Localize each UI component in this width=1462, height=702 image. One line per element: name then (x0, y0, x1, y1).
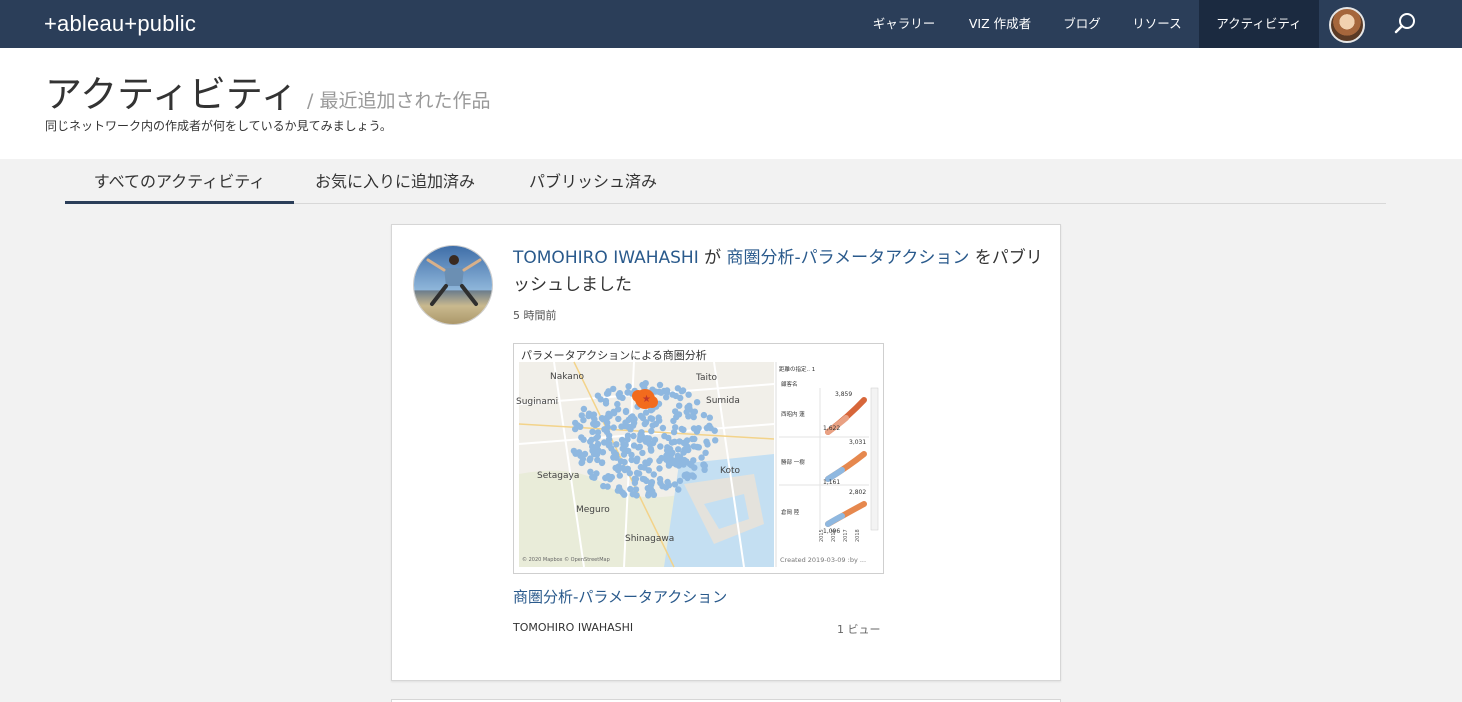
row-name: 西昭内 蓮 (781, 412, 805, 418)
row-low: 1,161 (823, 479, 841, 486)
panel-header-label: 距離の指定.. (779, 367, 810, 373)
year-tick: 2018 (855, 529, 861, 542)
activity-timestamp: 5 時間前 (513, 309, 557, 322)
viz-title-link[interactable]: 商圏分析-パラメータアクション (513, 586, 727, 607)
year-tick: 2017 (843, 529, 849, 542)
year-tick: 2015 (819, 529, 825, 542)
viz-link[interactable]: 商圏分析-パラメータアクション (727, 248, 970, 268)
tab-published[interactable]: パブリッシュ済み (508, 159, 678, 204)
map-label-sumida: Sumida (706, 396, 740, 406)
nav-item-gallery[interactable]: ギャラリー (856, 0, 952, 48)
connector-text: が (698, 248, 727, 268)
row-name: 勝部 一樹 (781, 460, 805, 466)
map-label-taito: Taito (696, 373, 718, 383)
search-button[interactable] (1392, 11, 1418, 37)
author-link[interactable]: TOMOHIRO IWAHASHI (513, 248, 699, 268)
viz-author-name[interactable]: TOMOHIRO IWAHASHI (513, 621, 633, 634)
row-name: 倉岡 陸 (781, 510, 800, 516)
activity-card: TOMOHIRO IWAHASHI が 商圏分析-パラメータアクション をパブリ… (391, 224, 1061, 681)
map-label-koto: Koto (720, 466, 740, 476)
activity-tabs: すべてのアクティビティ お気に入りに追加済み パブリッシュ済み (65, 159, 1386, 204)
created-note: Created 2019-03-09 :by ... (780, 556, 867, 564)
page-description: 同じネットワーク内の作成者が何をしているか見てみましょう。 (45, 119, 392, 133)
page-subtitle: / 最近追加された作品 (307, 90, 491, 112)
author-avatar[interactable] (413, 245, 493, 325)
year-tick: 2016 (831, 529, 837, 542)
nav-item-activity[interactable]: アクティビティ (1199, 0, 1319, 48)
row-low: 1,622 (823, 425, 841, 432)
user-avatar[interactable] (1329, 7, 1365, 43)
map-label-setagaya: Setagaya (537, 471, 580, 481)
row-high: 2,802 (849, 489, 867, 496)
panel-header-value: 1 (811, 367, 816, 373)
row-high: 3,031 (849, 439, 867, 446)
map-label-shinagawa: Shinagawa (625, 534, 675, 544)
page-header: アクティビティ / 最近追加された作品 同じネットワーク内の作成者が何をしている… (0, 48, 1462, 159)
map-attribution: © 2020 Mapbox © OpenStreetMap (522, 557, 610, 563)
map-label-nakano: Nakano (550, 372, 585, 382)
tab-all-activity[interactable]: すべてのアクティビティ (65, 159, 294, 204)
panel-header: 距離の指定.. 1 (779, 365, 815, 373)
map-label-suginami: Suginami (516, 397, 559, 407)
activity-headline: TOMOHIRO IWAHASHI が 商圏分析-パラメータアクション をパブリ… (513, 245, 1043, 299)
panel-column: 顧客名 (781, 382, 798, 388)
page-title: アクティビティ (45, 73, 298, 116)
nav-item-blog[interactable]: ブログ (1048, 0, 1116, 48)
top-nav-bar: +ableau+public ギャラリー VIZ 作成者 ブログ リソース アク… (0, 0, 1462, 48)
viz-view-count: 1 ビュー (837, 623, 881, 636)
tab-favorited[interactable]: お気に入りに追加済み (297, 159, 493, 204)
viz-thumbnail[interactable]: パラメータアクションによる商圏分析 ★ Nakano Taito Suginam… (513, 343, 884, 574)
tableau-public-logo[interactable]: +ableau+public (44, 10, 196, 38)
row-high: 3,859 (835, 391, 853, 398)
search-icon (1394, 13, 1415, 34)
nav-item-resources[interactable]: リソース (1116, 0, 1198, 48)
nav-item-viz-authors[interactable]: VIZ 作成者 (952, 0, 1048, 48)
map-label-meguro: Meguro (576, 505, 610, 515)
svg-text:★: ★ (642, 394, 651, 405)
